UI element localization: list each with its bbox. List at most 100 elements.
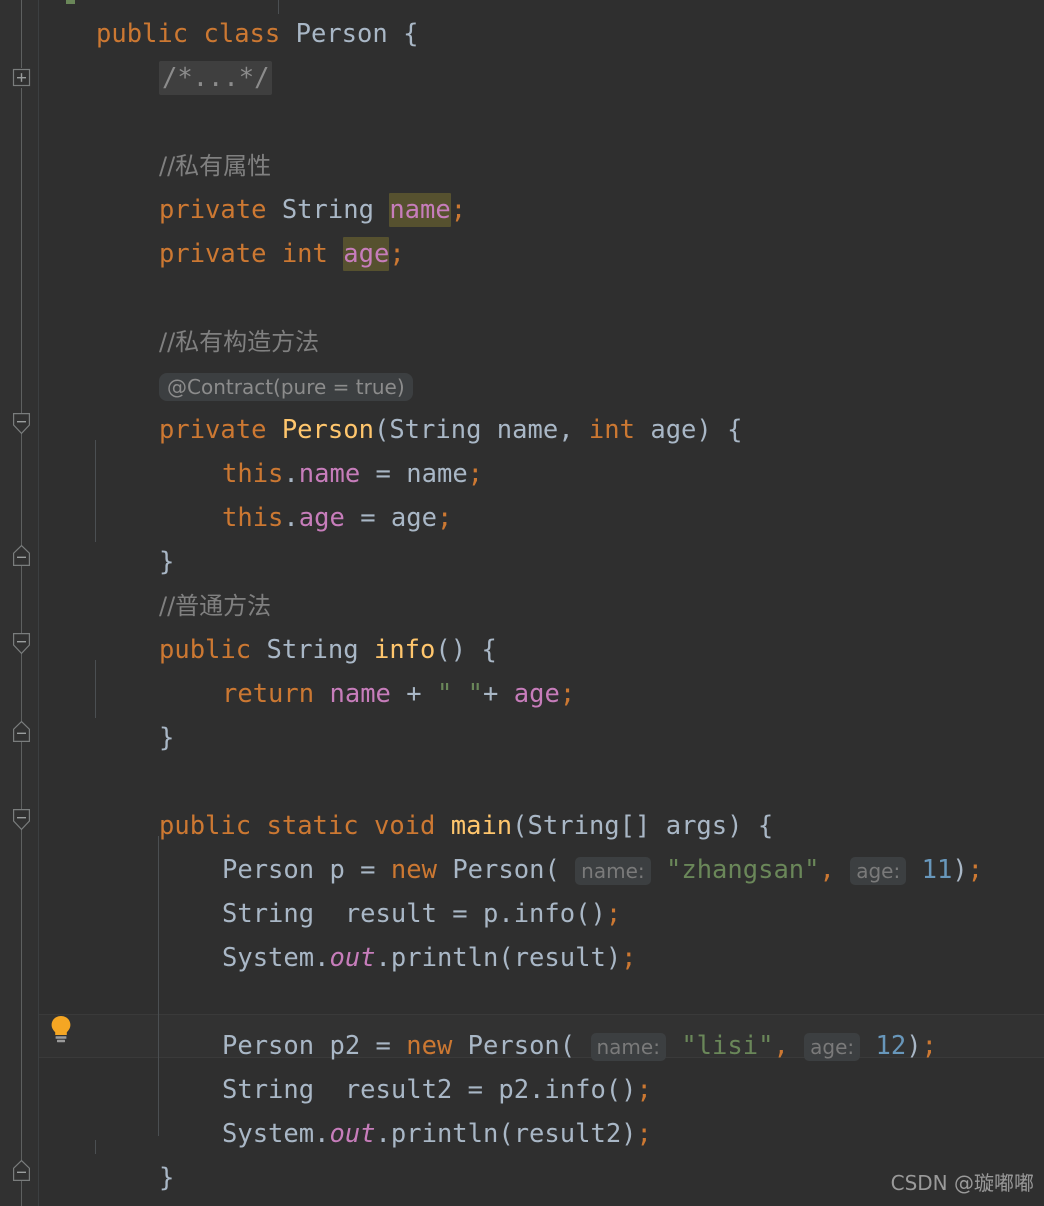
code-line[interactable]: String result2 = p2.info(); (0, 1068, 1044, 1112)
code-line[interactable]: public class Person { (0, 12, 1044, 56)
code-line[interactable]: } (0, 1156, 1044, 1200)
minus-fold-end-icon[interactable] (12, 1159, 31, 1181)
code-token: void (373, 811, 436, 841)
fold-rail (21, 1179, 22, 1206)
code-token: 12 (875, 1031, 907, 1061)
minus-fold-end-icon[interactable] (12, 544, 31, 566)
code-token: String (389, 415, 482, 445)
code-token: } (159, 547, 175, 577)
code-line[interactable]: return name + " "+ age; (0, 672, 1044, 716)
code-line[interactable] (0, 980, 1044, 1024)
code-token: ; (467, 459, 484, 489)
code-line-content: //普通方法 (159, 584, 271, 628)
code-token: , (558, 415, 589, 445)
code-token: name: (575, 857, 651, 885)
code-line-content: String result2 = p2.info(); (222, 1068, 652, 1112)
code-line[interactable]: System.out.println(result2); (0, 1112, 1044, 1156)
code-token: ) (952, 855, 968, 885)
code-token: age (298, 503, 345, 533)
code-line[interactable] (0, 100, 1044, 144)
code-line[interactable]: this.name = name; (0, 452, 1044, 496)
code-line[interactable]: String result = p.info(); (0, 892, 1044, 936)
code-token: Person (295, 19, 388, 49)
code-line[interactable]: //私有属性 (0, 144, 1044, 188)
code-line-content: Person p = new Person( name: "zhangsan",… (222, 848, 983, 893)
code-token: " " (436, 679, 484, 709)
fold-rail (21, 652, 22, 721)
code-line-content: this.name = name; (222, 452, 483, 496)
code-token: out (329, 943, 376, 973)
code-line-content: //私有构造方法 (159, 320, 319, 364)
code-line[interactable]: } (0, 540, 1044, 584)
code-line[interactable]: Person p = new Person( name: "zhangsan",… (0, 848, 1044, 892)
fold-rail (21, 828, 22, 1160)
code-line[interactable]: public String info() { (0, 628, 1044, 672)
code-line-content: String result = p.info(); (222, 892, 621, 936)
code-token: name (389, 193, 451, 227)
code-token: + (483, 679, 514, 709)
plus-square-fold-icon[interactable] (12, 68, 31, 87)
fold-rail (21, 88, 22, 413)
code-line[interactable]: private int age; (0, 232, 1044, 276)
code-line-content: } (159, 716, 174, 760)
code-line-content: public class Person { (96, 12, 418, 56)
indent-guide (158, 836, 159, 1136)
code-token: age (634, 415, 697, 445)
code-token: /*...*/ (159, 61, 273, 95)
code-token: public (159, 635, 252, 665)
code-line[interactable]: //普通方法 (0, 584, 1044, 628)
code-line[interactable] (0, 760, 1044, 804)
code-line[interactable]: private String name; (0, 188, 1044, 232)
code-token: ( (559, 1031, 591, 1061)
code-token: age: (850, 857, 907, 885)
code-line-content: } (159, 540, 174, 584)
code-token: .println(result2) (375, 1119, 637, 1149)
minus-fold-end-icon[interactable] (12, 720, 31, 742)
code-token: name (329, 679, 391, 709)
code-line[interactable] (0, 276, 1044, 320)
code-token: name (298, 459, 361, 489)
code-line-content: private Person(String name, int age) { (159, 408, 742, 452)
intention-bulb-icon[interactable] (48, 1014, 74, 1044)
code-token: out (329, 1119, 376, 1149)
code-token: age (513, 679, 560, 709)
code-token: + (390, 679, 437, 709)
code-line-content: @Contract(pure = true) (159, 364, 413, 409)
code-line[interactable]: System.out.println(result); (0, 936, 1044, 980)
minus-shield-fold-icon[interactable] (12, 412, 31, 435)
code-line[interactable]: } (0, 716, 1044, 760)
code-line-content: System.out.println(result); (222, 936, 637, 980)
code-token: ; (621, 943, 637, 973)
code-token: ; (636, 1075, 652, 1105)
code-token: public (159, 811, 252, 841)
code-line[interactable]: public static void main(String[] args) { (0, 804, 1044, 848)
code-token: @Contract(pure = true) (159, 373, 413, 401)
code-token: this (222, 503, 284, 533)
code-token: ; (967, 855, 984, 885)
code-token: , (819, 855, 851, 885)
code-token: ; (921, 1031, 937, 1061)
code-token: [] args) { (619, 811, 774, 841)
code-token: ) (906, 1031, 922, 1061)
code-line[interactable]: /*...*/ (0, 56, 1044, 100)
code-text-layer[interactable]: public class Person {/*...*/ //私有属性 privat… (0, 0, 1044, 1206)
code-line[interactable]: this.age = age; (0, 496, 1044, 540)
code-line-content: private String name; (159, 188, 466, 232)
code-line[interactable]: //私有构造方法 (0, 320, 1044, 364)
code-line[interactable]: private Person(String name, int age) { (0, 408, 1044, 452)
minus-shield-fold-icon[interactable] (12, 632, 31, 655)
code-line[interactable]: @Contract(pure = true) (0, 364, 1044, 408)
code-line[interactable]: Person p2 = new Person( name: "lisi", ag… (0, 1024, 1044, 1068)
minus-shield-fold-icon[interactable] (12, 808, 31, 831)
code-line-content: /*...*/ (159, 56, 273, 100)
